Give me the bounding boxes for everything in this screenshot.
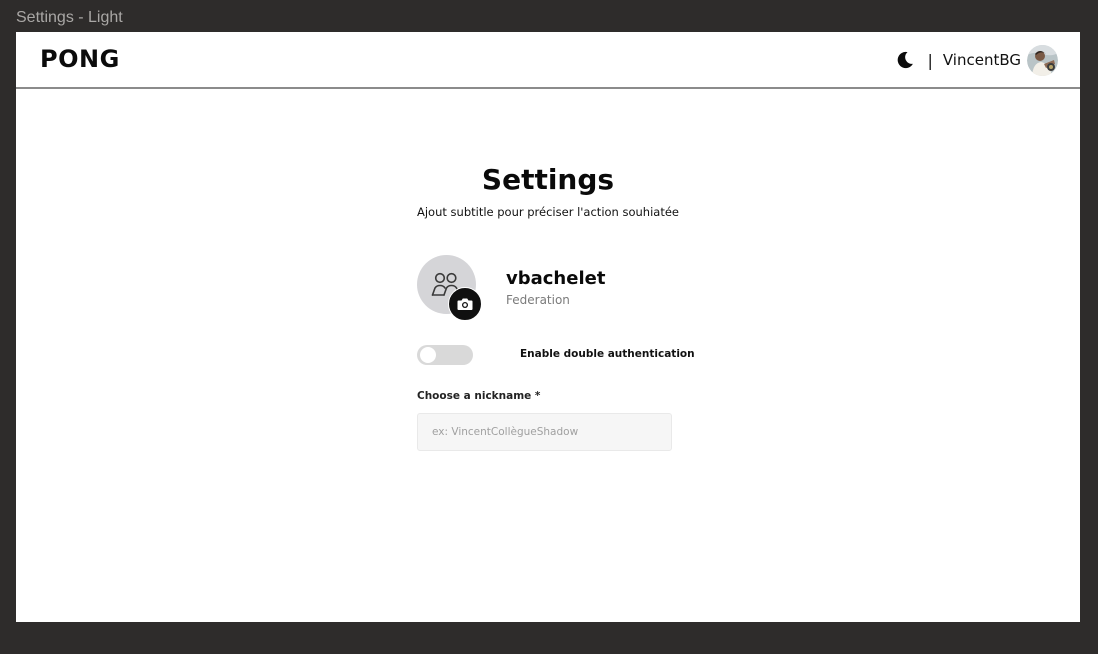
nickname-label: Choose a nickname *	[417, 390, 541, 402]
page-subtitle: Ajout subtitle pour préciser l'action so…	[416, 205, 679, 219]
nickname-input[interactable]	[417, 413, 672, 451]
username-link[interactable]: VincentBG	[943, 51, 1021, 69]
toggle-knob	[420, 347, 436, 363]
page-title: Settings	[481, 163, 615, 196]
camera-icon	[457, 298, 473, 310]
moon-icon[interactable]	[895, 50, 915, 70]
logo[interactable]: PONG	[40, 45, 120, 73]
profile-organization: Federation	[506, 293, 570, 307]
frame-label: Settings - Light	[16, 9, 123, 26]
profile-name: vbachelet	[506, 268, 606, 289]
avatar[interactable]	[1027, 44, 1058, 76]
header-user-area: | VincentBG	[895, 44, 1058, 76]
change-photo-button[interactable]	[448, 287, 482, 321]
double-auth-toggle[interactable]	[417, 345, 473, 365]
top-navbar: PONG | VincentBG	[16, 32, 1080, 89]
double-auth-label: Enable double authentication	[520, 348, 695, 360]
header-separator: |	[927, 50, 933, 70]
settings-page: PONG | VincentBG Settings Ajout subtitle…	[16, 32, 1080, 622]
